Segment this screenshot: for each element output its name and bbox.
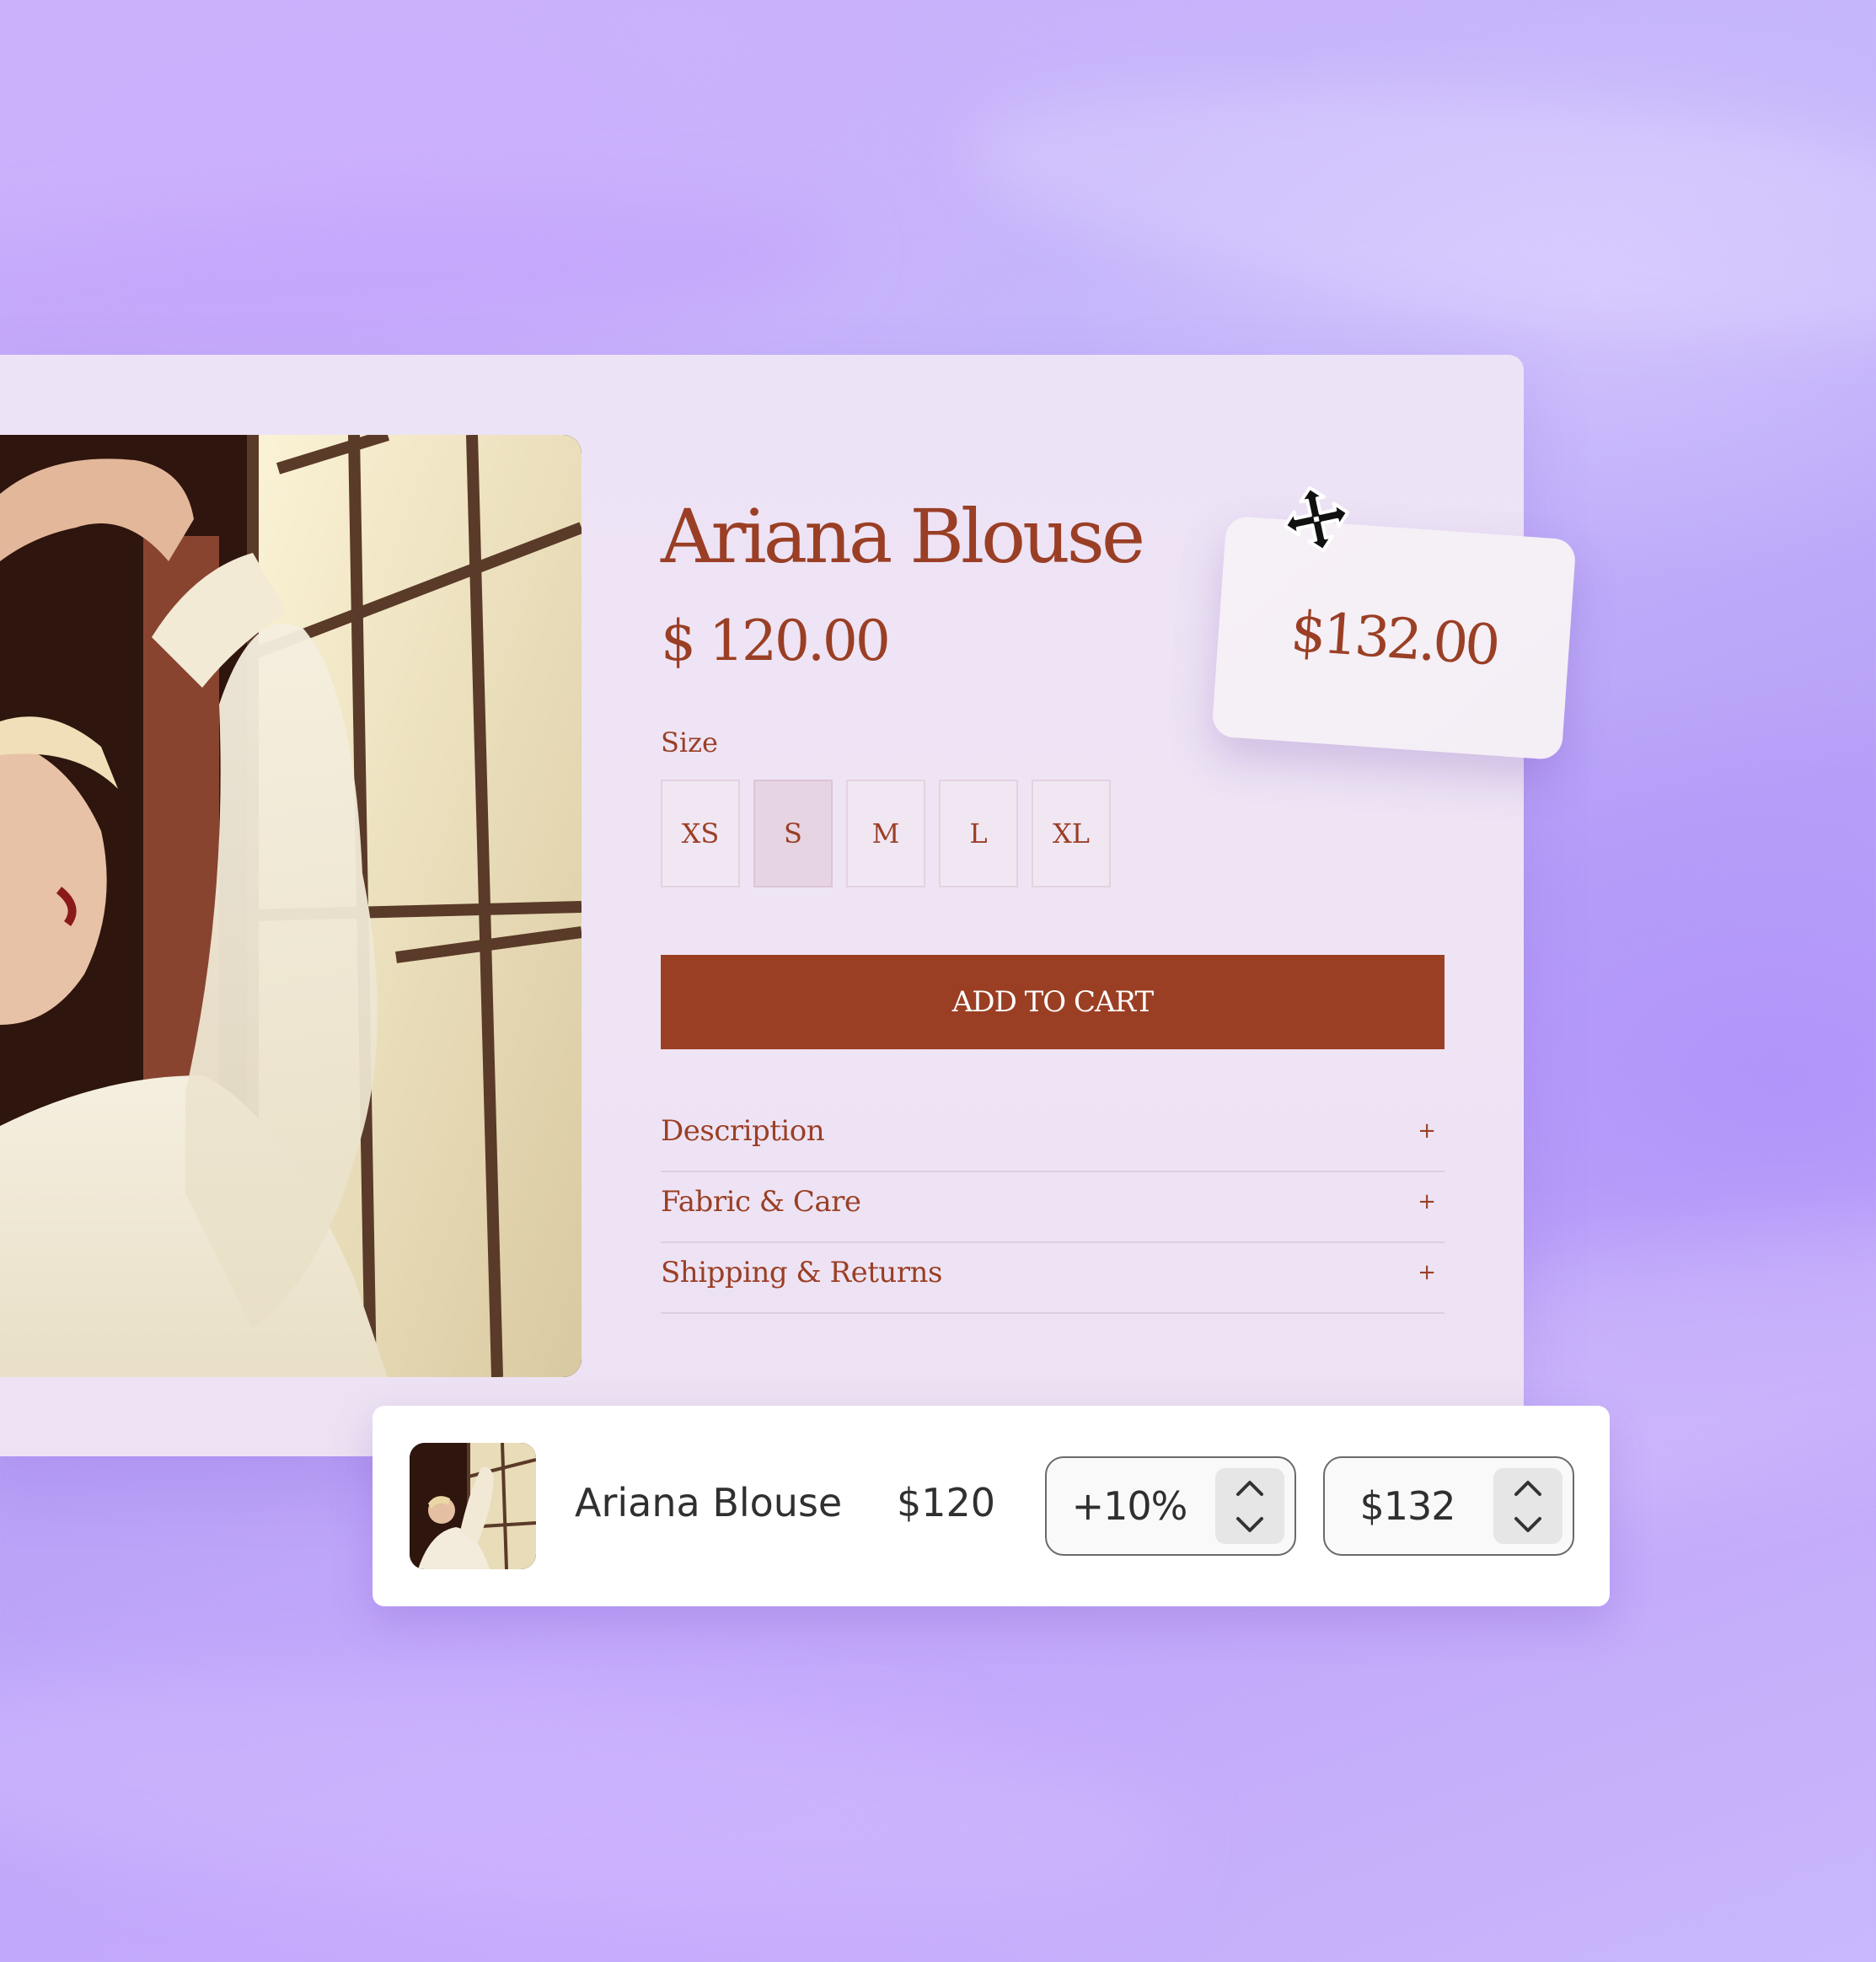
background-wave (961, 40, 1876, 382)
size-option-s[interactable]: S (753, 780, 833, 887)
plus-icon[interactable]: + (1418, 1118, 1436, 1144)
product-thumbnail (410, 1443, 536, 1569)
price-tag-value: $132.00 (1289, 598, 1499, 678)
size-option-xs[interactable]: XS (661, 780, 740, 887)
markup-stepper[interactable]: +10% (1045, 1456, 1296, 1556)
stepper-arrows (1215, 1468, 1284, 1544)
final-price-value[interactable]: $132 (1325, 1458, 1490, 1554)
size-label: Size (661, 726, 718, 759)
accordion-label: Shipping & Returns (661, 1256, 942, 1289)
size-selector: XS S M L XL (661, 780, 1111, 887)
product-title: Ariana Blouse (661, 493, 1145, 580)
size-option-xl[interactable]: XL (1032, 780, 1111, 887)
pricing-row-product-name: Ariana Blouse (575, 1480, 843, 1525)
floating-price-tag[interactable]: $132.00 (1211, 515, 1577, 761)
accordion-description[interactable]: Description + (661, 1102, 1445, 1172)
chevron-down-icon[interactable] (1493, 1506, 1562, 1544)
product-price: $ 120.00 (661, 608, 891, 673)
accordion-shipping-returns[interactable]: Shipping & Returns + (661, 1243, 1445, 1314)
chevron-up-icon[interactable] (1215, 1468, 1284, 1506)
size-option-m[interactable]: M (846, 780, 925, 887)
pricing-row-base-price: $120 (897, 1480, 996, 1525)
size-option-l[interactable]: L (939, 780, 1018, 887)
accordion-label: Fabric & Care (661, 1185, 861, 1219)
chevron-up-icon[interactable] (1493, 1468, 1562, 1506)
product-photo (0, 435, 582, 1377)
product-accordion: Description + Fabric & Care + Shipping &… (661, 1102, 1445, 1314)
plus-icon[interactable]: + (1418, 1189, 1436, 1214)
plus-icon[interactable]: + (1418, 1260, 1436, 1285)
accordion-label: Description (661, 1114, 825, 1148)
pricing-row: Ariana Blouse $120 +10% $132 (373, 1406, 1610, 1606)
accordion-fabric-care[interactable]: Fabric & Care + (661, 1172, 1445, 1243)
move-icon[interactable] (1281, 484, 1352, 555)
add-to-cart-button[interactable]: ADD TO CART (661, 955, 1445, 1049)
background-wave (0, 1638, 1187, 1952)
chevron-down-icon[interactable] (1215, 1506, 1284, 1544)
stepper-arrows (1493, 1468, 1562, 1544)
final-price-stepper[interactable]: $132 (1323, 1456, 1574, 1556)
markup-value[interactable]: +10% (1047, 1458, 1212, 1554)
